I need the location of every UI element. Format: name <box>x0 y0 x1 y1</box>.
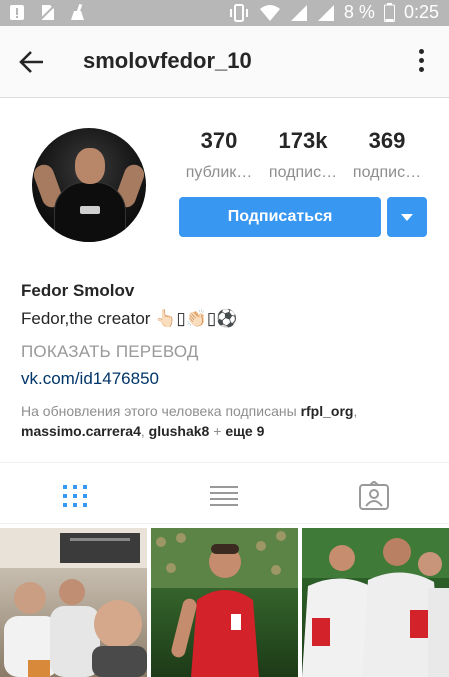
signal-icon <box>290 4 307 21</box>
avatar[interactable] <box>32 128 146 242</box>
post-thumbnail[interactable] <box>302 528 449 677</box>
stat-following-count: 369 <box>368 128 406 153</box>
profile-full-name: Fedor Smolov <box>21 281 135 300</box>
profile-username: smolovfedor_10 <box>83 48 252 73</box>
stat-followers-count: 173k <box>278 128 328 153</box>
stat-posts-label: публик… <box>185 164 253 181</box>
battery-icon <box>383 3 395 22</box>
post-thumbnail[interactable] <box>0 528 147 677</box>
followed-by-prefix: На обновления этого человека подписаны <box>21 403 301 419</box>
post-photo-team-huddle <box>302 528 449 677</box>
more-vertical-icon[interactable] <box>417 49 425 75</box>
chevron-down-icon <box>401 214 413 221</box>
suggestions-dropdown-button[interactable] <box>387 197 427 237</box>
profile-stats: 370 публик… 173k подпис… 369 подпис… <box>176 128 432 188</box>
post-photo-group-cafe <box>0 528 147 677</box>
stat-followers-label: подпис… <box>268 164 338 181</box>
instagram-profile-screen: 8 % 0:25 smolovfedor_10 370 публик… 173k… <box>0 0 449 677</box>
photo-grid <box>0 528 449 677</box>
list-icon[interactable] <box>209 481 239 511</box>
no-sim-icon <box>39 4 56 21</box>
followed-by-user[interactable]: massimo.carrera4 <box>21 423 141 439</box>
wifi-icon <box>259 4 280 21</box>
stat-posts[interactable]: 370 публик… <box>176 128 262 182</box>
stat-following[interactable]: 369 подпис… <box>344 128 430 182</box>
stat-followers[interactable]: 173k подпис… <box>260 128 346 182</box>
cleaner-icon <box>71 3 84 20</box>
profile-website-link[interactable]: vk.com/id1476850 <box>21 369 159 389</box>
status-bar: 8 % 0:25 <box>0 0 449 26</box>
show-translation-link[interactable]: ПОКАЗАТЬ ПЕРЕВОД <box>21 342 199 362</box>
followed-by-text[interactable]: На обновления этого человека подписаны r… <box>21 401 431 441</box>
profile-view-tabs <box>0 462 449 524</box>
warning-icon <box>10 5 24 20</box>
post-photo-player-celebrating <box>151 528 298 677</box>
app-bar: smolovfedor_10 <box>0 26 449 98</box>
arrow-left-icon[interactable] <box>18 48 46 76</box>
stat-following-label: подпис… <box>352 164 422 181</box>
follow-button[interactable]: Подписаться <box>179 197 381 237</box>
battery-percent: 8 % <box>343 2 375 22</box>
followed-by-more[interactable]: еще 9 <box>225 423 264 439</box>
profile-bio: Fedor,the creator 👆🏻▯👏🏻▯⚽ <box>21 309 238 328</box>
grid-icon[interactable] <box>60 481 90 511</box>
stat-posts-count: 370 <box>200 128 238 153</box>
vibrate-icon <box>229 3 248 22</box>
followed-by-user[interactable]: glushak8 <box>149 423 210 439</box>
followed-by-user[interactable]: rfpl_org <box>301 403 354 419</box>
tagged-person-icon[interactable] <box>358 481 390 511</box>
post-thumbnail[interactable] <box>151 528 298 677</box>
clock: 0:25 <box>403 2 439 22</box>
signal-icon-2 <box>317 4 334 21</box>
